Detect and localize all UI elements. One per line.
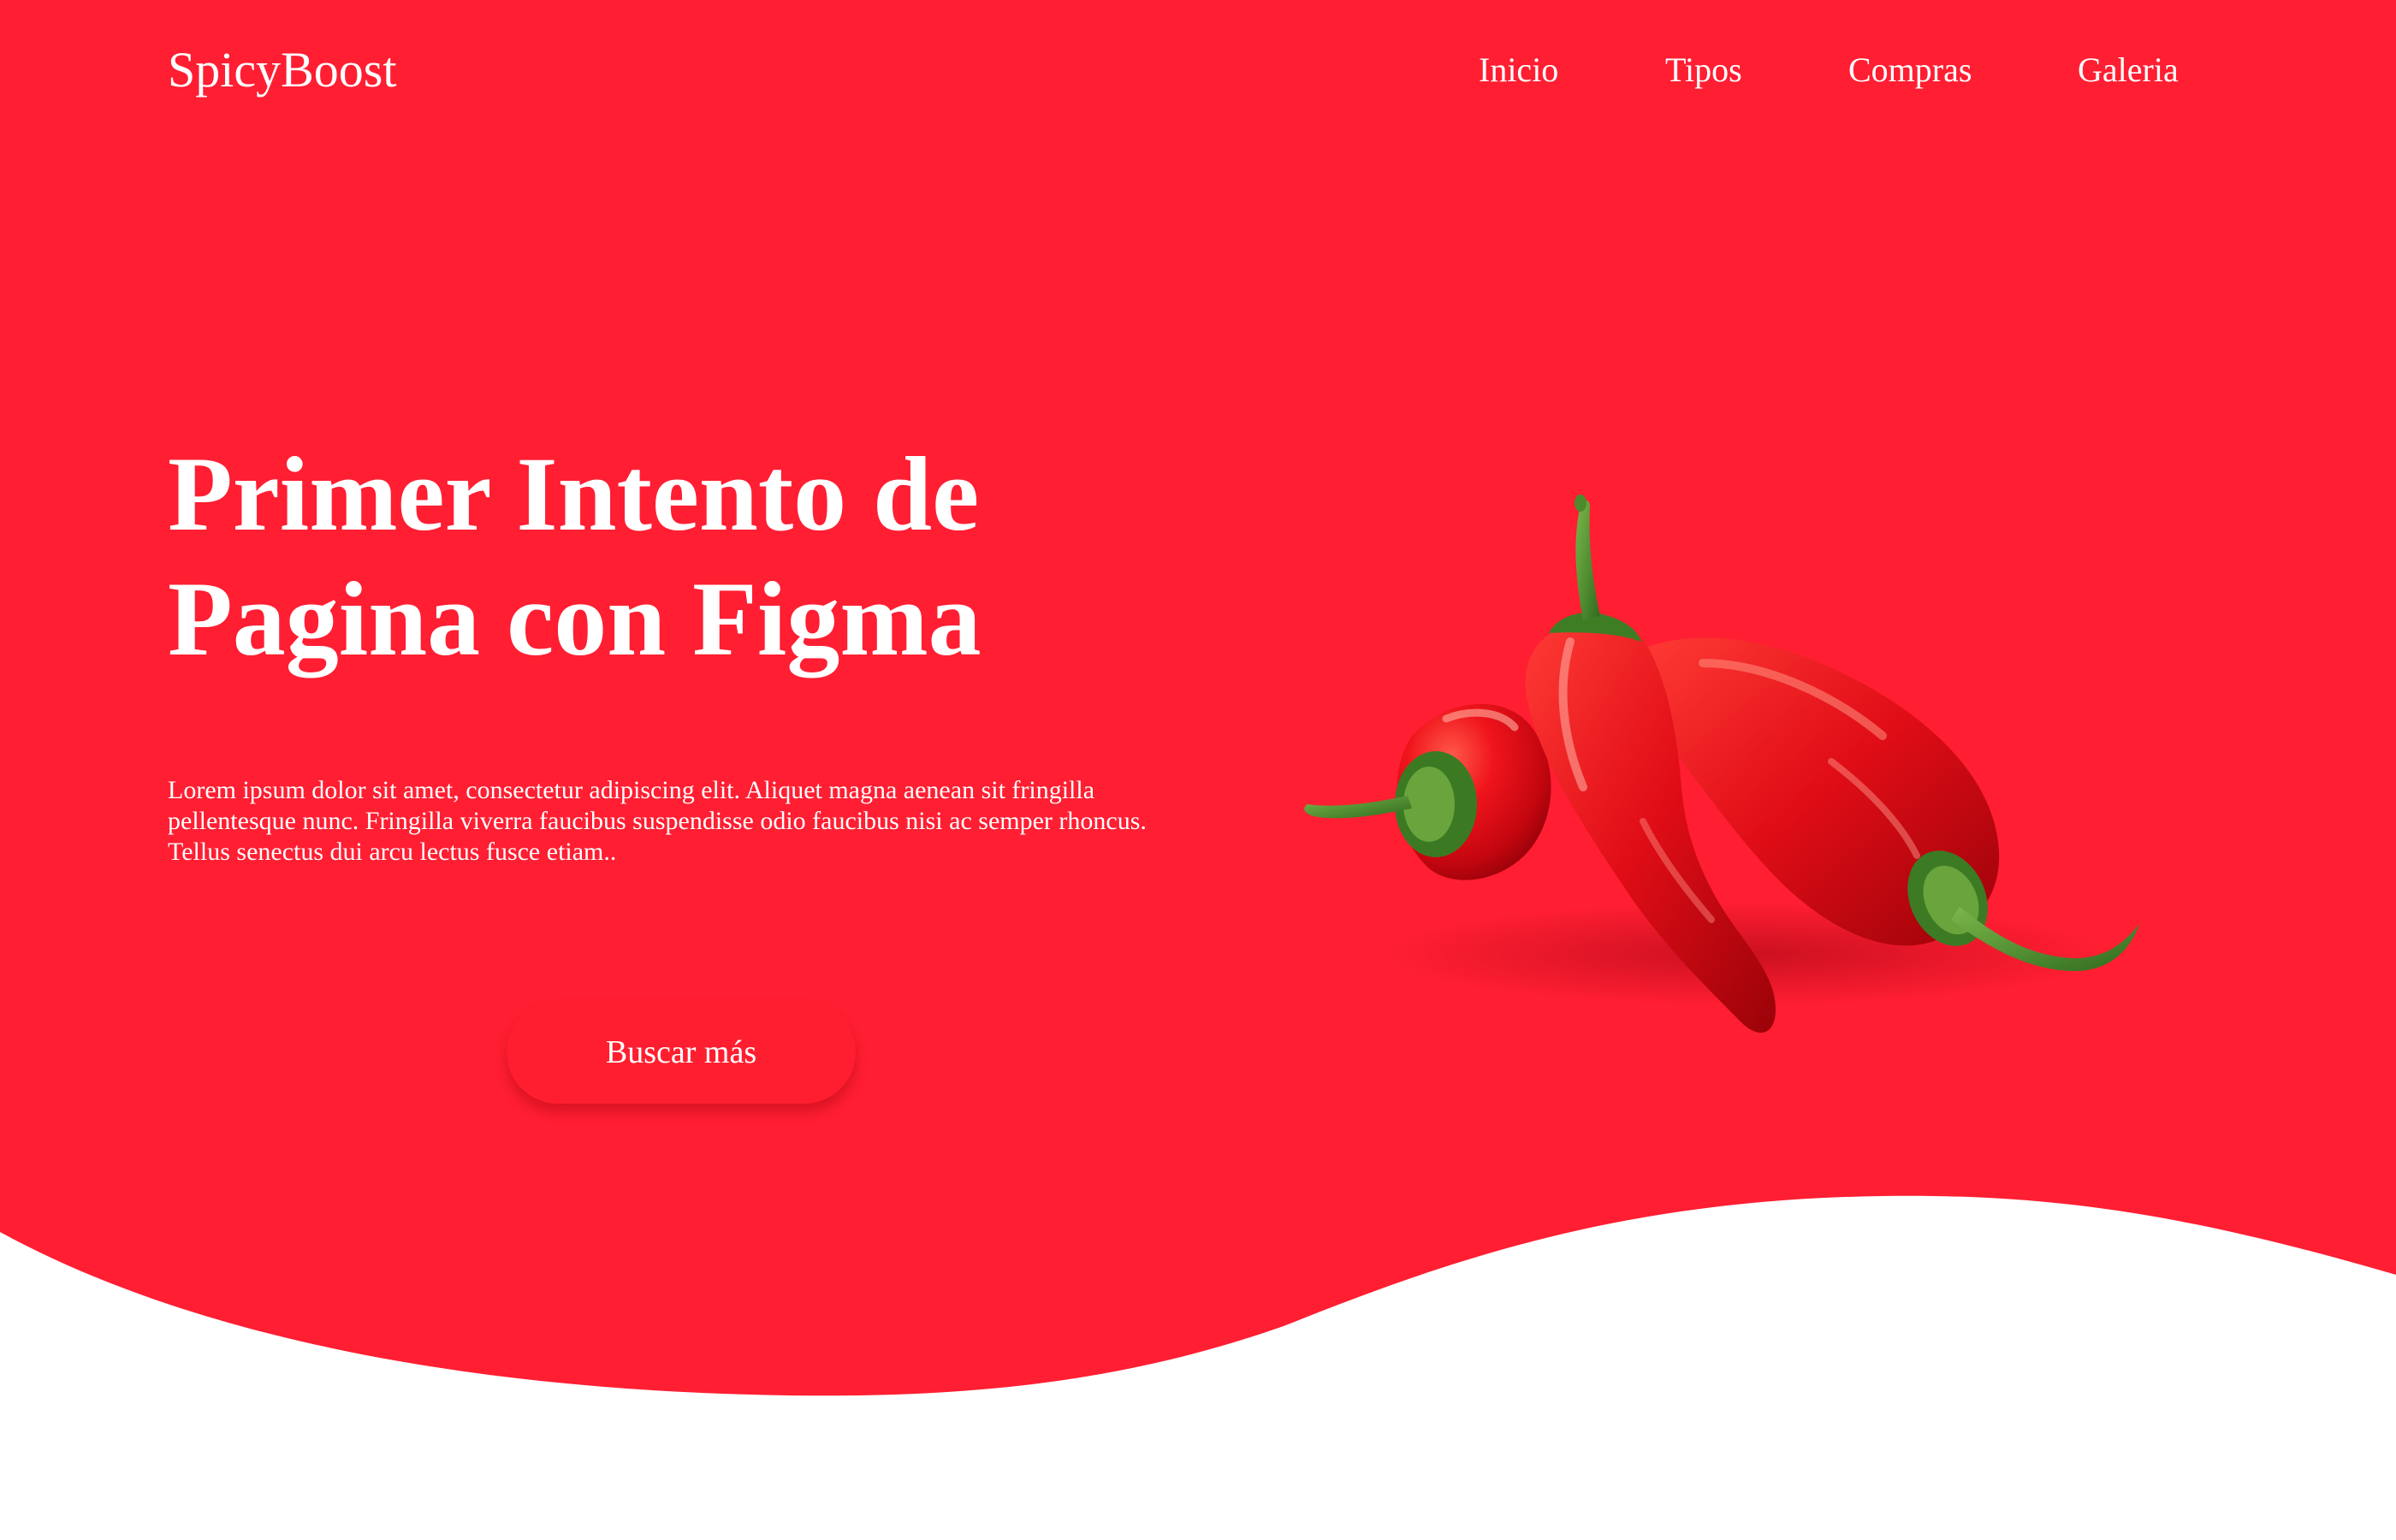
hero-headline: Primer Intento de Pagina con Figma <box>168 432 1195 682</box>
main-nav: Inicio Tipos Compras Galeria <box>0 36 2396 104</box>
buscar-mas-button[interactable]: Buscar más <box>507 1001 856 1104</box>
buscar-mas-label: Buscar más <box>605 1034 757 1070</box>
nav-link-tipos[interactable]: Tipos <box>1665 36 1742 104</box>
hero-headline-line-2: Pagina con Figma <box>168 560 982 678</box>
red-chili-peppers-image <box>1304 495 2139 1033</box>
hero-headline-line-1: Primer Intento de <box>168 435 980 553</box>
nav-link-compras[interactable]: Compras <box>1848 36 1972 104</box>
hero-description: Lorem ipsum dolor sit amet, consectetur … <box>168 776 1147 866</box>
nav-link-galeria[interactable]: Galeria <box>2078 36 2179 104</box>
landing-page: SpicyBoost Inicio Tipos Compras Galeria … <box>0 0 2396 1540</box>
nav-link-inicio[interactable]: Inicio <box>1479 36 1558 104</box>
